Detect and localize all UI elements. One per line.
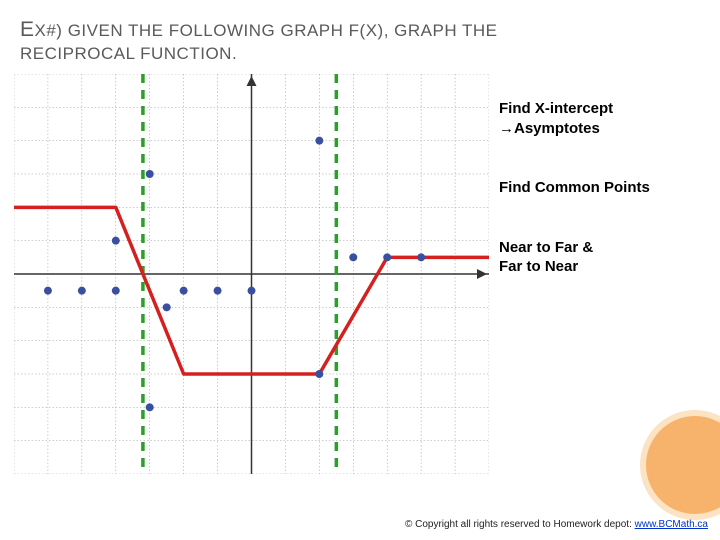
step-block: Find Common Points [499,178,650,198]
title-seg: IVEN THE FOLLOWING GRAPH F(X), GRAPH THE [81,21,497,40]
footer-text: © Copyright all rights reserved to Homew… [405,519,635,530]
page-subtitle: RECIPROCAL FUNCTION. [20,44,700,64]
step-block: Find X-intercept →Asymptotes [499,99,650,138]
title-seg: X#) G [35,21,82,40]
step-text: Find Common Points [499,178,650,198]
chart [14,74,489,474]
footer-copyright: © Copyright all rights reserved to Homew… [405,519,708,530]
step-text: →Asymptotes [499,119,650,139]
step-text: Find X-intercept [499,99,650,119]
footer-link[interactable]: www.BCMath.ca [635,519,708,530]
title-seg: E [20,18,35,41]
step-block: Near to Far & Far to Near [499,238,650,277]
steps-panel: Find X-intercept →Asymptotes Find Common… [489,74,650,474]
step-text: Near to Far & [499,238,650,258]
page-title: EX#) GIVEN THE FOLLOWING GRAPH F(X), GRA… [20,18,700,42]
step-text: Far to Near [499,257,650,277]
